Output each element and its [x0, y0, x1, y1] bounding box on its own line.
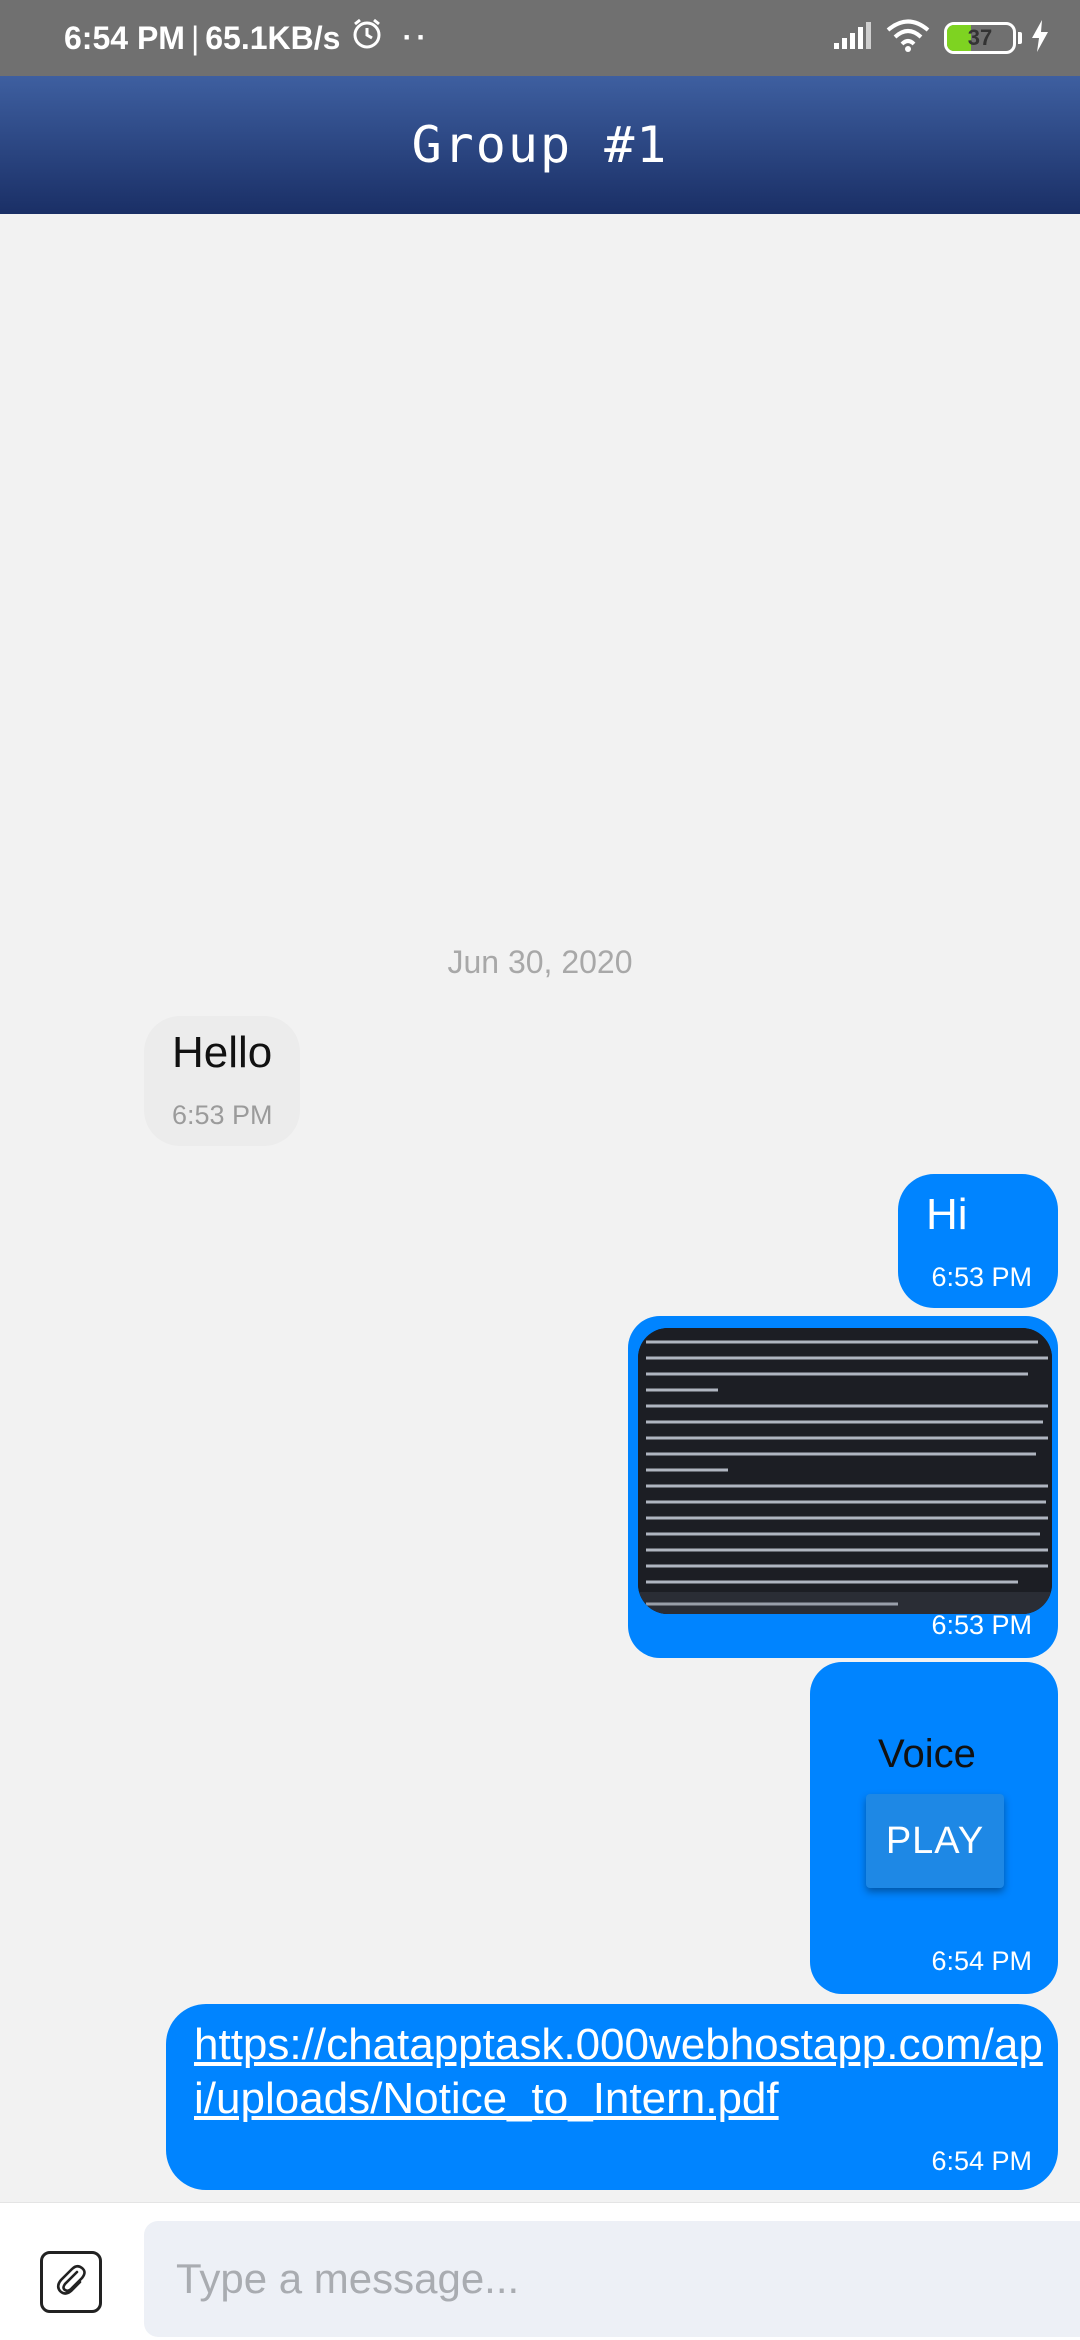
message-input[interactable]	[144, 2221, 1080, 2337]
battery-tip	[1018, 32, 1022, 44]
status-separator: |	[190, 19, 200, 56]
voice-label: Voice	[878, 1732, 976, 1776]
message-time: 6:53 PM	[931, 1610, 1032, 1640]
app-header: Group #1	[0, 76, 1080, 214]
message-time: 6:53 PM	[172, 1100, 273, 1130]
wifi-icon	[886, 19, 930, 58]
battery-level-text: 37	[967, 25, 993, 50]
message-text: Hi	[926, 1190, 968, 1239]
message-outgoing-link[interactable]: https://chatapptask.000webhostapp.com/ap…	[166, 2004, 1058, 2190]
status-bar-right: 37	[832, 0, 1050, 76]
date-separator: Jun 30, 2020	[447, 944, 633, 980]
alarm-icon	[350, 17, 384, 59]
status-bar: 6:54 PM | 65.1KB/s ·· 37	[0, 0, 1080, 76]
message-outgoing-hi[interactable]: Hi 6:53 PM	[898, 1174, 1058, 1308]
message-text: Hello	[172, 1028, 273, 1077]
play-voice-button[interactable]: PLAY	[866, 1794, 1004, 1888]
shared-image-thumbnail[interactable]	[638, 1328, 1052, 1614]
message-outgoing-image[interactable]: 6:53 PM	[628, 1316, 1058, 1658]
status-time: 6:54 PM	[64, 19, 185, 56]
status-bar-left: 6:54 PM | 65.1KB/s ··	[64, 0, 430, 76]
message-outgoing-voice[interactable]: Voice PLAY 6:54 PM	[810, 1662, 1058, 1994]
message-time: 6:54 PM	[931, 1946, 1032, 1976]
message-incoming-hello[interactable]: Hello 6:53 PM	[144, 1016, 300, 1146]
paperclip-icon	[51, 2260, 91, 2305]
more-dots-icon: ··	[402, 21, 431, 54]
pdf-link[interactable]: https://chatapptask.000webhostapp.com/ap…	[194, 2018, 1054, 2126]
terminal-screenshot-image	[638, 1328, 1052, 1614]
attach-button[interactable]	[40, 2251, 102, 2313]
network-speed: 65.1KB/s	[205, 19, 341, 56]
charging-bolt-icon	[1030, 19, 1050, 57]
group-title: Group #1	[411, 116, 669, 174]
battery-icon: 37	[944, 22, 1016, 54]
message-time: 6:53 PM	[931, 1262, 1032, 1292]
message-composer	[0, 2202, 1080, 2340]
signal-icon	[832, 21, 872, 56]
message-time: 6:54 PM	[931, 2146, 1032, 2176]
